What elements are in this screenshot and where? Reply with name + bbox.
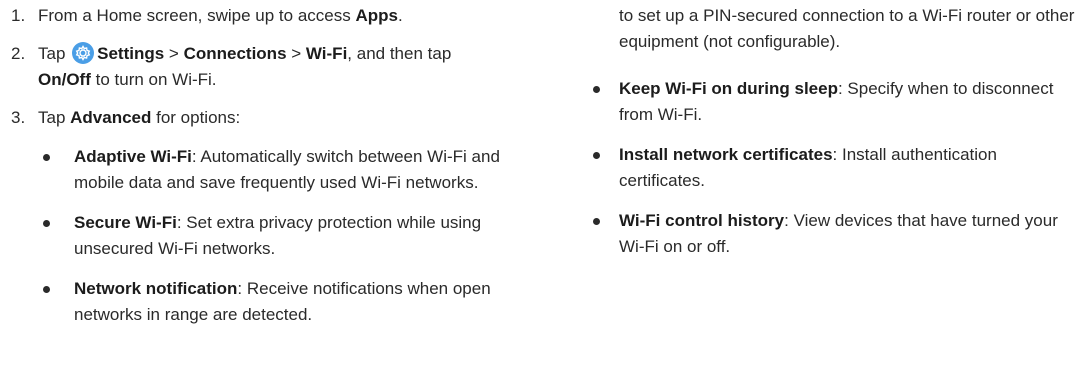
list-item: Adaptive Wi-Fi: Automatically switch bet… [8,144,528,196]
step-number: 2. [11,44,26,63]
option-term: Keep Wi-Fi on during sleep [619,79,838,98]
option-term: Wi-Fi control history [619,211,785,230]
step-number: 1. [11,6,26,25]
bullet-dot [43,154,50,161]
advanced-term: Advanced [70,108,152,127]
step-text: to turn on Wi-Fi. [90,70,217,89]
bullet-dot [43,286,50,293]
bullet-dot [43,220,50,227]
step-text: , and then tap [347,44,452,63]
separator: > [286,44,306,63]
connections-term: Connections [183,44,287,63]
list-item: Secure Wi-Fi: Set extra privacy protecti… [8,210,528,262]
step-text: Tap [38,108,71,127]
option-term: Adaptive Wi-Fi [74,147,192,166]
step-text: . [397,6,403,25]
option-term: Secure Wi-Fi [74,213,177,232]
left-column: 1. From a Home screen, swipe up to acces… [8,0,528,342]
options-list-right: Keep Wi-Fi on during sleep: Specify when… [592,76,1082,260]
bullet-dot [593,86,600,93]
right-column: to set up a PIN-secured connection to a … [592,0,1082,274]
list-item: Wi-Fi control history: View devices that… [592,208,1082,260]
list-item: Network notification: Receive notificati… [8,276,528,328]
step-text: From a Home screen, swipe up to access [38,6,356,25]
instructions-page: 1. From a Home screen, swipe up to acces… [0,0,1087,391]
bullet-dot [593,152,600,159]
options-list-left: Adaptive Wi-Fi: Automatically switch bet… [8,144,528,328]
step-3: 3. Tap Advanced for options: [8,105,528,131]
onoff-term: On/Off [38,70,91,89]
separator: > [164,44,184,63]
step-number: 3. [11,108,26,127]
option-term: Network notification [74,279,238,298]
step-1: 1. From a Home screen, swipe up to acces… [8,3,528,29]
continued-text: to set up a PIN-secured connection to a … [619,6,1075,51]
step-text: for options: [151,108,241,127]
list-item: Keep Wi-Fi on during sleep: Specify when… [592,76,1082,128]
bullet-dot [593,218,600,225]
step-text: Tap [38,44,71,63]
list-item: Install network certificates: Install au… [592,142,1082,194]
wifi-term: Wi-Fi [305,44,348,63]
step-2: 2. Tap Settings > Connections > Wi-Fi, a… [8,41,528,93]
settings-gear-icon [72,42,95,64]
apps-term: Apps [355,6,398,25]
option-term: Install network certificates [619,145,833,164]
settings-term: Settings [97,44,165,63]
